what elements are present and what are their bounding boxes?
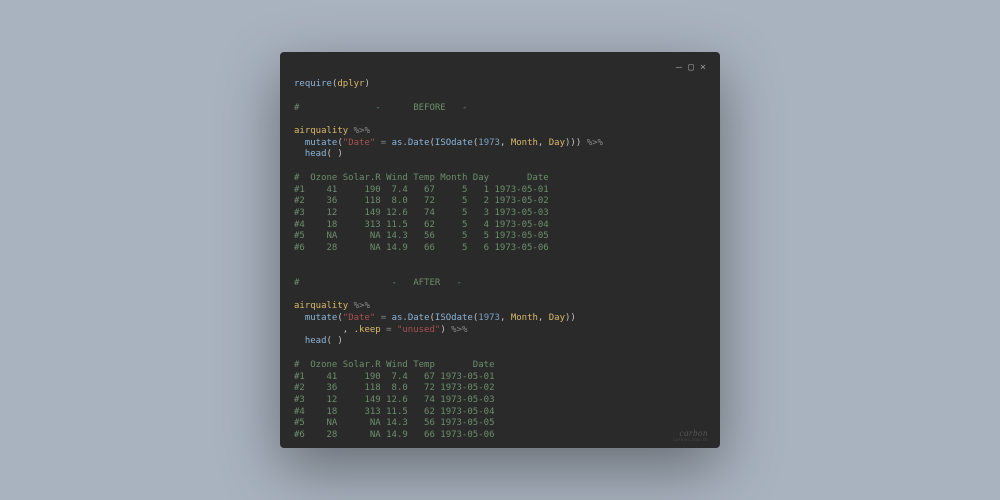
minimize-icon[interactable]: — [676, 62, 682, 73]
fn-mutate: mutate [305, 313, 338, 323]
pipe-op: %>% [348, 126, 370, 136]
num-1973: 1973 [478, 313, 500, 323]
comment-after: # - AFTER - [294, 278, 462, 288]
fn-mutate: mutate [305, 138, 338, 148]
comma: , [500, 138, 511, 148]
table2-row: #4 18 313 11.5 62 1973-05-04 [294, 407, 494, 417]
var-airquality: airquality [294, 126, 348, 136]
paren: ))) [565, 138, 581, 148]
fn-isodate: ISOdate [435, 138, 473, 148]
table2-row: #1 41 190 7.4 67 1973-05-01 [294, 372, 494, 382]
maximize-icon[interactable]: ▢ [688, 62, 694, 73]
pipe-op: %>% [446, 325, 468, 335]
num-1973: 1973 [478, 138, 500, 148]
var-month: Month [511, 313, 538, 323]
table1-row: #6 28 NA 14.9 66 5 6 1973-05-06 [294, 243, 549, 253]
paren: ) [364, 79, 369, 89]
paren: ( ) [327, 149, 343, 159]
code-block: require(dplyr) # - BEFORE - airquality %… [294, 79, 706, 441]
var-day: Day [549, 313, 565, 323]
table2-row: #5 NA NA 14.3 56 1973-05-05 [294, 418, 494, 428]
indent [294, 336, 305, 346]
titlebar: — ▢ × [294, 62, 706, 73]
op-eq: = [375, 138, 391, 148]
pipe-op: %>% [581, 138, 603, 148]
str-unused: "unused" [397, 325, 440, 335]
op-eq: = [381, 325, 397, 335]
indent [294, 313, 305, 323]
table2-row: #2 36 118 8.0 72 1973-05-02 [294, 383, 494, 393]
table2-header: # Ozone Solar.R Wind Temp Date [294, 360, 494, 370]
var-month: Month [511, 138, 538, 148]
op-eq: = [375, 313, 391, 323]
table1-row: #3 12 149 12.6 74 5 3 1973-05-03 [294, 208, 549, 218]
comma: , [538, 313, 549, 323]
table1-header: # Ozone Solar.R Wind Temp Month Day Date [294, 173, 549, 183]
fn-isodate: ISOdate [435, 313, 473, 323]
str-date: "Date" [343, 313, 376, 323]
fn-head: head [305, 336, 327, 346]
comma: , [538, 138, 549, 148]
fn-require: require [294, 79, 332, 89]
fn-head: head [305, 149, 327, 159]
indent [294, 149, 305, 159]
paren: )) [565, 313, 576, 323]
pipe-op: %>% [348, 301, 370, 311]
pkg-dplyr: dplyr [337, 79, 364, 89]
table2-row: #3 12 149 12.6 74 1973-05-03 [294, 395, 494, 405]
table1-row: #2 36 118 8.0 72 5 2 1973-05-02 [294, 196, 549, 206]
fn-asdate: as.Date [392, 313, 430, 323]
table1-row: #4 18 313 11.5 62 5 4 1973-05-04 [294, 220, 549, 230]
fn-asdate: as.Date [392, 138, 430, 148]
paren: ( ) [327, 336, 343, 346]
comma: , [500, 313, 511, 323]
close-icon[interactable]: × [700, 62, 706, 73]
table1-row: #1 41 190 7.4 67 5 1 1973-05-01 [294, 185, 549, 195]
var-day: Day [549, 138, 565, 148]
indent: , [294, 325, 354, 335]
table1-row: #5 NA NA 14.3 56 5 5 1973-05-05 [294, 231, 549, 241]
watermark-sub: carbon.now.sh [673, 438, 708, 442]
watermark: carbon carbon.now.sh [673, 429, 708, 442]
var-airquality: airquality [294, 301, 348, 311]
table2-row: #6 28 NA 14.9 66 1973-05-06 [294, 430, 494, 440]
indent [294, 138, 305, 148]
code-window: — ▢ × require(dplyr) # - BEFORE - airqua… [280, 52, 720, 447]
comment-before: # - BEFORE - [294, 103, 467, 113]
arg-keep: .keep [354, 325, 381, 335]
str-date: "Date" [343, 138, 376, 148]
